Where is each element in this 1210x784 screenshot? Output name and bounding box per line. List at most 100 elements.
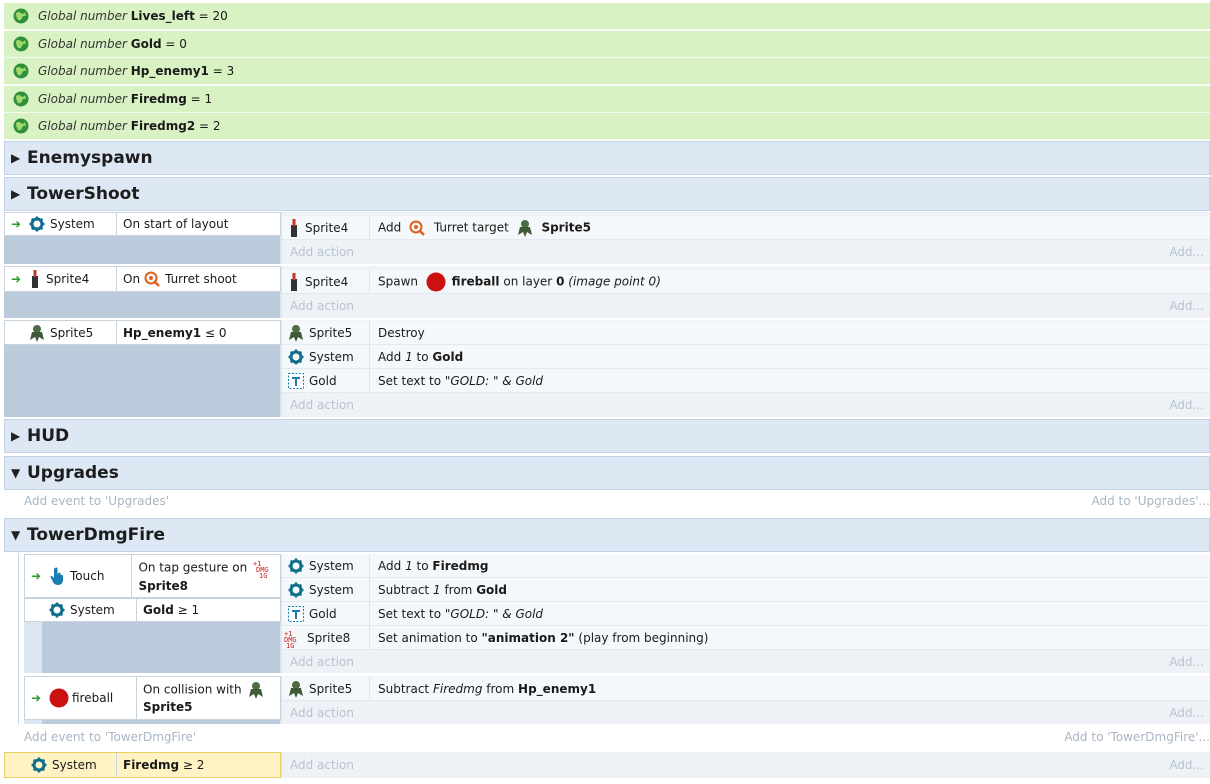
event-start-of-layout[interactable]: ➜ System On start of layout Sprite4 Add … — [4, 212, 1210, 264]
action-object: Sprite4 — [305, 274, 349, 289]
global-var-firedmg2[interactable]: Global number Firedmg2 = 2 — [4, 113, 1210, 140]
global-var-lives-left[interactable]: Global number Lives_left = 20 — [4, 3, 1210, 30]
group-title: HUD — [27, 426, 70, 446]
condition-hp-enemy1[interactable]: Sprite5 Hp_enemy1 ≤ 0 — [4, 320, 281, 345]
dmg-sprite-icon: +1DMG1G — [253, 560, 269, 578]
add-more-link[interactable]: Add... — [1169, 655, 1204, 669]
action-list: System Add 1 to Firedmg System Subtract … — [282, 554, 1210, 673]
add-action-link[interactable]: Add action — [290, 245, 354, 259]
action-spawn-fireball[interactable]: Sprite4 Spawn fireball on layer 0 (image… — [282, 270, 1210, 294]
add-action-row: Add action Add... — [282, 651, 1210, 673]
global-var-gold[interactable]: Global number Gold = 0 — [4, 31, 1210, 58]
add-to-group-link[interactable]: Add to 'Upgrades'... — [1091, 494, 1210, 508]
system-gear-icon — [288, 558, 304, 573]
add-more-link[interactable]: Add... — [1169, 398, 1204, 412]
dmg-sprite-icon: +1DMG1G — [284, 630, 297, 648]
globe-icon — [13, 118, 29, 134]
condition-tap-gesture[interactable]: ➜ Touch On tap gesture on +1 DMG 1G Sprite… — [24, 554, 281, 598]
add-event-link[interactable]: Add event to 'TowerDmgFire' — [24, 730, 196, 744]
add-action-link[interactable]: Add action — [290, 758, 354, 772]
system-gear-icon — [29, 216, 45, 232]
action-object: System — [309, 582, 354, 597]
tower-sprite-icon — [32, 270, 38, 288]
condition-object: System — [70, 603, 115, 617]
action-list: Sprite5 Subtract Firedmg from Hp_enemy1 … — [282, 676, 1210, 724]
condition-object: System — [50, 217, 95, 231]
group-title: TowerDmgFire — [27, 525, 165, 545]
condition-text: On start of layout — [123, 217, 229, 231]
trigger-arrow-icon: ➜ — [31, 569, 42, 583]
action-list: Add action Add... — [282, 752, 1210, 778]
group-upgrades[interactable]: ▼ Upgrades — [4, 456, 1210, 490]
event-enemy-dead[interactable]: Sprite5 Hp_enemy1 ≤ 0 Sprite5 Destroy Sy… — [4, 320, 1210, 417]
condition-firedmg[interactable]: System Firedmg ≥ 2 — [4, 752, 281, 778]
add-more-link[interactable]: Add... — [1169, 245, 1204, 259]
group-title: TowerShoot — [27, 184, 140, 204]
action-object: Gold — [309, 373, 337, 388]
tower-sprite-icon — [291, 218, 297, 237]
action-add-turret-target[interactable]: Sprite4 Add Turret target Sprite5 — [282, 216, 1210, 240]
globe-icon — [13, 63, 29, 79]
action-set-text[interactable]: Gold Set text to "GOLD: " & Gold — [282, 369, 1210, 393]
collapse-arrow-icon[interactable]: ▼ — [11, 466, 27, 480]
action-add-firedmg[interactable]: System Add 1 to Firedmg — [282, 554, 1210, 578]
enemy-sprite-icon — [289, 680, 303, 698]
action-object: System — [309, 349, 354, 364]
condition-on-collision[interactable]: ➜ fireball On collision with Sprite5 — [24, 676, 281, 720]
condition-turret-shoot[interactable]: ➜ Sprite4 On Turret shoot — [4, 266, 281, 292]
action-object: Gold — [309, 606, 337, 621]
expand-arrow-icon[interactable]: ▶ — [11, 151, 27, 165]
collapse-arrow-icon[interactable]: ▼ — [11, 528, 27, 542]
add-action-link[interactable]: Add action — [290, 398, 354, 412]
globe-icon — [13, 8, 29, 24]
trigger-arrow-icon: ➜ — [11, 272, 22, 286]
action-object: Sprite4 — [305, 220, 349, 235]
condition-object: fireball — [72, 691, 114, 705]
action-object: Sprite5 — [309, 681, 353, 696]
condition-start-of-layout[interactable]: ➜ System On start of layout — [4, 212, 281, 236]
action-subtract-gold[interactable]: System Subtract 1 from Gold — [282, 578, 1210, 602]
add-more-link[interactable]: Add... — [1169, 758, 1204, 772]
group-towershoot[interactable]: ▶ TowerShoot — [4, 177, 1210, 211]
system-gear-icon — [288, 582, 304, 597]
group-towerdmgfire[interactable]: ▼ TowerDmgFire — [4, 518, 1210, 552]
event-tap-upgrade[interactable]: ➜ Touch On tap gesture on +1 DMG 1G Sprite… — [24, 554, 1210, 673]
expand-arrow-icon[interactable]: ▶ — [11, 429, 27, 443]
global-var-firedmg[interactable]: Global number Firedmg = 1 — [4, 86, 1210, 113]
event-turret-shoot[interactable]: ➜ Sprite4 On Turret shoot Sprite4 Spawn … — [4, 266, 1210, 318]
event-firedmg-check[interactable]: System Firedmg ≥ 2 Add action Add... — [4, 752, 1210, 778]
enemy-sprite-icon — [30, 324, 44, 342]
add-action-row: Add action Add... — [282, 702, 1210, 724]
add-more-link[interactable]: Add... — [1169, 299, 1204, 313]
event-fireball-collision[interactable]: ➜ fireball On collision with Sprite5 Spr… — [24, 676, 1210, 724]
condition-object: Sprite4 — [46, 272, 90, 286]
add-action-link[interactable]: Add action — [290, 655, 354, 669]
expand-arrow-icon[interactable]: ▶ — [11, 187, 27, 201]
action-set-text[interactable]: Gold Set text to "GOLD: " & Gold — [282, 602, 1210, 626]
action-object: Sprite5 — [309, 325, 353, 340]
group-hud[interactable]: ▶ HUD — [4, 419, 1210, 453]
condition-gold-check[interactable]: System Gold ≥ 1 — [24, 598, 281, 622]
svg-text:1G: 1G — [286, 642, 294, 648]
add-action-link[interactable]: Add action — [290, 299, 354, 313]
add-to-group-link[interactable]: Add to 'TowerDmgFire'... — [1064, 730, 1210, 744]
globe-icon — [13, 91, 29, 107]
add-event-link[interactable]: Add event to 'Upgrades' — [24, 494, 169, 508]
action-set-animation[interactable]: +1 DMG 1G Sprite8 Set animation to "animat… — [282, 626, 1210, 650]
action-object: Sprite8 — [307, 630, 351, 645]
add-event-row-upgrades: Add event to 'Upgrades' Add to 'Upgrades… — [24, 490, 1210, 512]
action-add-gold[interactable]: System Add 1 to Gold — [282, 345, 1210, 369]
action-list: Sprite5 Destroy System Add 1 to Gold Gol… — [282, 320, 1210, 417]
system-gear-icon — [49, 602, 65, 618]
global-var-hp-enemy1[interactable]: Global number Hp_enemy1 = 3 — [4, 58, 1210, 85]
tower-sprite-icon — [291, 272, 297, 291]
enemy-sprite-icon — [289, 324, 303, 342]
text-object-icon — [288, 605, 304, 622]
action-destroy[interactable]: Sprite5 Destroy — [282, 321, 1210, 345]
group-tree-line — [18, 553, 19, 725]
trigger-arrow-icon: ➜ — [11, 217, 22, 231]
add-action-link[interactable]: Add action — [290, 706, 354, 720]
add-more-link[interactable]: Add... — [1169, 706, 1204, 720]
group-enemyspawn[interactable]: ▶ Enemyspawn — [4, 141, 1210, 175]
action-subtract-hp[interactable]: Sprite5 Subtract Firedmg from Hp_enemy1 — [282, 677, 1210, 701]
